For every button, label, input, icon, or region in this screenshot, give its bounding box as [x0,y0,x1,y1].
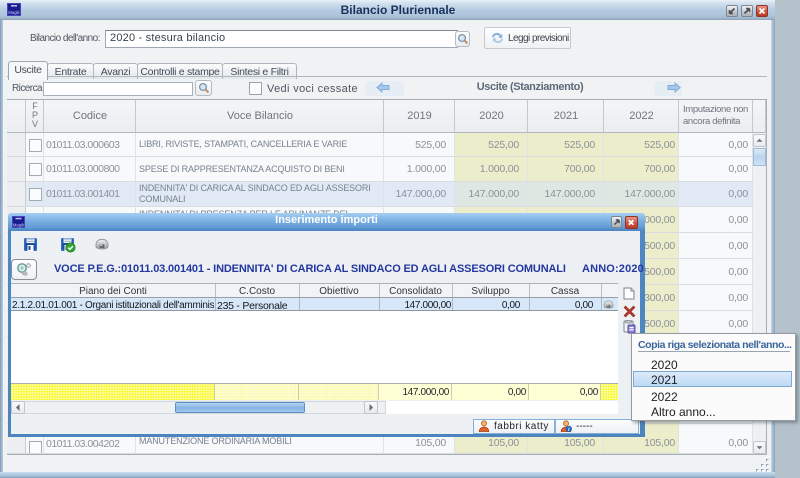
svg-text:Magik: Magik [8,10,20,15]
svg-text:Magik: Magik [13,222,25,227]
